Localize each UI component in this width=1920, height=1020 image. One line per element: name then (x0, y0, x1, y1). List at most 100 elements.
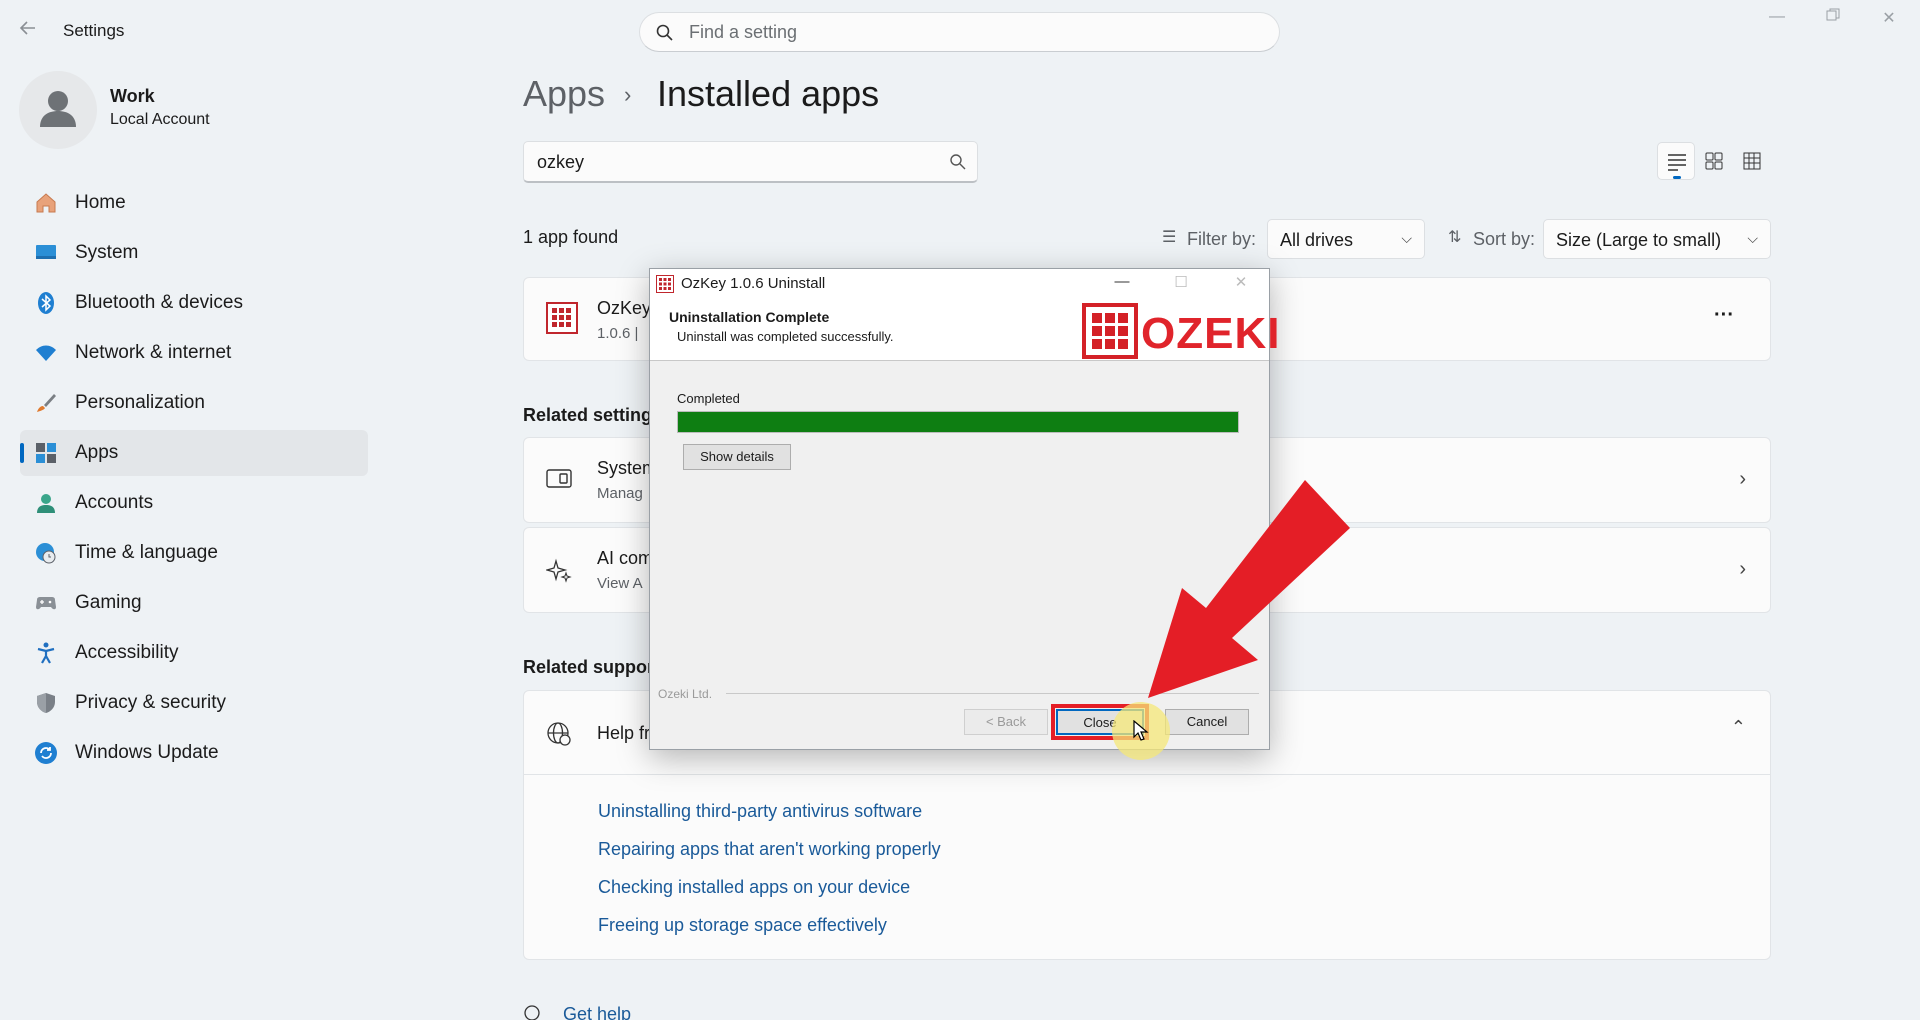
help-link[interactable]: Uninstalling third-party antivirus softw… (598, 801, 922, 822)
sidebar-item-network[interactable]: Network & internet (20, 330, 368, 376)
sidebar-item-time-language[interactable]: Time & language (20, 530, 368, 576)
sort-label: Sort by: (1473, 229, 1536, 249)
dialog-title: OzKey 1.0.6 Uninstall (681, 275, 826, 292)
sort-dropdown[interactable]: Size (Large to small) ⌵ (1543, 219, 1771, 259)
related-support-heading: Related suppor (523, 657, 655, 677)
more-options-icon[interactable]: ··· (1714, 304, 1734, 327)
tile-view-icon (1743, 152, 1761, 170)
sidebar-item-accessibility[interactable]: Accessibility (20, 630, 368, 676)
search-icon[interactable] (949, 153, 967, 171)
dialog-header: Uninstallation Complete Uninstall was co… (650, 299, 1279, 361)
sidebar-item-personalization[interactable]: Personalization (20, 380, 368, 426)
app-title: Settings (63, 21, 125, 40)
restore-icon[interactable] (1811, 8, 1855, 32)
related-settings-heading: Related setting (523, 405, 653, 425)
setting-subtitle: Manag (597, 485, 643, 502)
avatar[interactable] (19, 71, 97, 149)
sidebar-item-label: Accessibility (75, 642, 179, 663)
sort-icon: ⇅ (1448, 229, 1462, 246)
clock-globe-icon (34, 541, 58, 565)
title-bar: Settings Find a setting — ✕ (0, 0, 1920, 62)
back-arrow-icon[interactable] (18, 18, 42, 42)
accounts-icon (34, 491, 58, 515)
sidebar-item-system[interactable]: System (20, 230, 368, 276)
dialog-title-bar[interactable]: OzKey 1.0.6 Uninstall — ☐ ✕ (650, 269, 1269, 299)
maximize-icon: ☐ (1174, 274, 1188, 291)
filter-dropdown[interactable]: All drives ⌵ (1267, 219, 1425, 259)
chevron-up-icon[interactable]: ⌃ (1731, 717, 1746, 738)
close-icon: ✕ (1234, 274, 1248, 291)
help-link[interactable]: Repairing apps that aren't working prope… (598, 839, 941, 860)
brush-icon (34, 391, 58, 415)
page-title: Installed apps (657, 73, 880, 114)
sidebar-item-label: Windows Update (75, 742, 219, 763)
show-details-button[interactable]: Show details (683, 444, 791, 470)
red-arrow-icon (1148, 480, 1350, 698)
tile-view-toggle[interactable] (1733, 142, 1771, 180)
filter-icon: ☰ (1162, 229, 1177, 246)
sidebar-item-apps[interactable]: Apps (20, 430, 368, 476)
back-button: < Back (964, 709, 1048, 735)
filter-label: Filter by: (1187, 229, 1257, 249)
sidebar-item-windows-update[interactable]: Windows Update (20, 730, 368, 776)
chevron-right-icon: › (1739, 468, 1746, 490)
setting-title: AI com (597, 548, 654, 568)
sidebar-item-bluetooth[interactable]: Bluetooth & devices (20, 280, 368, 326)
update-icon (34, 741, 58, 765)
active-indicator (20, 443, 24, 463)
setting-subtitle: View A (597, 575, 643, 592)
apps-icon (34, 441, 58, 465)
search-placeholder: Find a setting (689, 22, 798, 42)
sidebar-item-gaming[interactable]: Gaming (20, 580, 368, 626)
minimize-icon[interactable]: — (1107, 273, 1137, 295)
close-window-icon[interactable]: ✕ (1867, 8, 1911, 32)
app-search-value: ozkey (537, 152, 585, 172)
settings-search-input[interactable]: Find a setting (639, 12, 1280, 52)
get-help-link[interactable]: Get help (563, 1004, 631, 1020)
dialog-heading: Uninstallation Complete (669, 309, 830, 325)
breadcrumb-apps[interactable]: Apps (523, 73, 605, 115)
sidebar-item-label: Accounts (75, 492, 154, 513)
dialog-subheading: Uninstall was completed successfully. (677, 329, 894, 344)
sidebar-item-label: Network & internet (75, 342, 232, 363)
sidebar-item-label: Personalization (75, 392, 205, 413)
ozeki-logo: OZEKI (1082, 303, 1279, 359)
sidebar-item-privacy[interactable]: Privacy & security (20, 680, 368, 726)
breadcrumb-separator: › (624, 82, 632, 107)
help-link[interactable]: Freeing up storage space effectively (598, 915, 887, 936)
chevron-right-icon: › (1739, 558, 1746, 580)
cancel-button[interactable]: Cancel (1165, 709, 1249, 735)
profile-account-type: Local Account (110, 111, 210, 128)
home-icon (34, 191, 58, 215)
grid-view-icon (1705, 152, 1723, 170)
profile-name: Work (110, 86, 155, 106)
ozkey-app-icon (546, 302, 578, 334)
sidebar-item-label: Bluetooth & devices (75, 292, 243, 313)
app-name: OzKey (597, 298, 652, 318)
app-search-input[interactable]: ozkey (523, 141, 978, 183)
grid-view-toggle[interactable] (1695, 142, 1733, 180)
gamepad-icon (34, 591, 58, 615)
sidebar-item-home[interactable]: Home (20, 180, 368, 226)
minimize-icon[interactable]: — (1755, 8, 1799, 32)
bluetooth-icon (34, 291, 58, 315)
filter-value: All drives (1280, 230, 1354, 250)
sidebar-item-label: Gaming (75, 592, 142, 613)
sort-value: Size (Large to small) (1556, 230, 1722, 250)
sidebar-item-accounts[interactable]: Accounts (20, 480, 368, 526)
status-label: Completed (677, 391, 740, 406)
globe-help-icon (546, 721, 572, 747)
ozkey-app-icon (656, 275, 674, 293)
chevron-down-icon: ⌵ (1747, 230, 1758, 246)
list-view-toggle[interactable] (1657, 142, 1695, 180)
sidebar-item-label: Privacy & security (75, 692, 226, 713)
help-card-title: Help fr (597, 723, 651, 743)
help-link[interactable]: Checking installed apps on your device (598, 877, 910, 898)
keypad-logo-icon (1082, 303, 1138, 359)
sidebar-item-label: System (75, 242, 139, 263)
accessibility-icon (34, 641, 58, 665)
get-help-icon (523, 1003, 543, 1020)
result-count: 1 app found (523, 227, 619, 247)
wifi-icon (34, 341, 58, 365)
sidebar-item-label: Home (75, 192, 126, 213)
